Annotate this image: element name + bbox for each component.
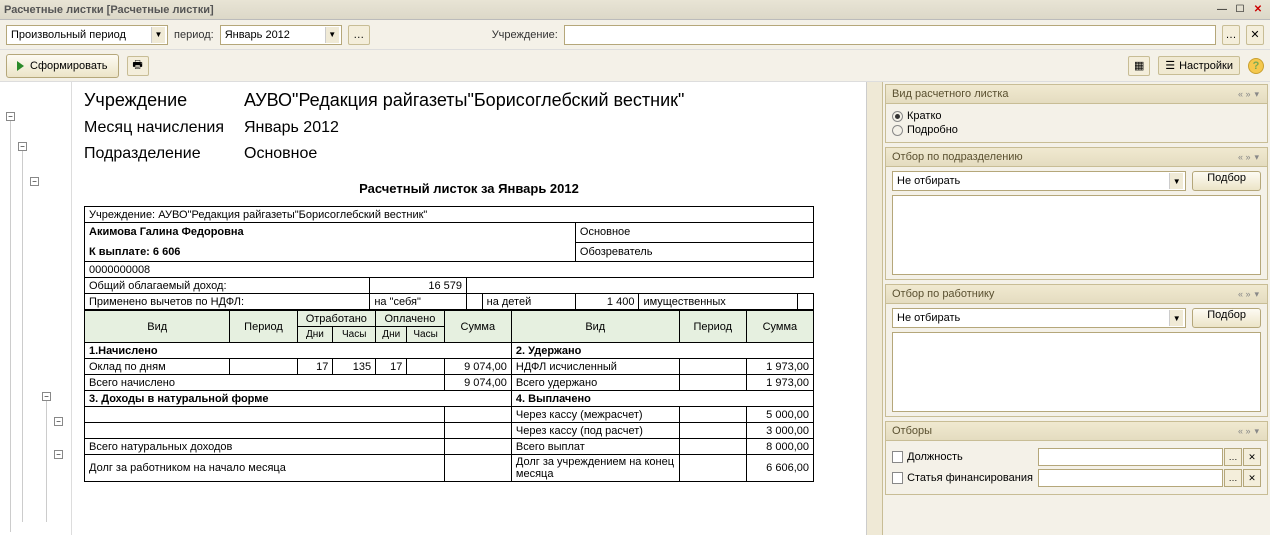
position-cell: Обозреватель [575,242,813,262]
chevron-down-icon[interactable]: ▼ [325,27,339,43]
section-emp-filter: Отбор по работнику« »▾ Не отбирать▼ Подб… [885,284,1268,417]
org-input[interactable] [564,25,1216,45]
filter-position-input[interactable] [1038,448,1223,466]
org-select-button[interactable]: … [1222,25,1240,45]
collapse-icon[interactable]: « » [1236,289,1253,299]
toolbar-period: Произвольный период ▼ период: Январь 201… [0,20,1270,50]
toolbar-actions: Сформировать 🖶 ▦ ☰ Настройки ? [0,50,1270,82]
play-icon [17,61,24,71]
dept-filter-combo[interactable]: Не отбирать▼ [892,171,1186,191]
tree-node[interactable]: − [54,417,63,426]
minimize-button[interactable]: — [1214,3,1230,17]
filter-finance-input[interactable] [1038,469,1223,487]
select-icon[interactable]: … [1224,448,1242,466]
hdr-org-label: Учреждение [84,90,244,111]
filter-finance-checkbox[interactable] [892,472,903,484]
collapse-icon[interactable]: « » [1236,89,1253,99]
document-area: Учреждение АУВО"Редакция райгазеты"Борис… [72,82,866,535]
pay-amount: К выплате: 6 606 [89,246,571,258]
person-name: Акимова Галина Федоровна [89,226,571,238]
period-type-combo[interactable]: Произвольный период ▼ [6,25,168,45]
print-button[interactable]: 🖶 [127,56,149,76]
period-label: период: [174,29,214,41]
maximize-button[interactable]: ☐ [1232,3,1248,17]
section-dept-filter: Отбор по подразделению« »▾ Не отбирать▼ … [885,147,1268,280]
emp-listbox[interactable] [892,332,1261,412]
org-clear-button[interactable]: ✕ [1246,25,1264,45]
chevron-down-icon[interactable]: ▼ [1169,310,1183,326]
chevron-down-icon[interactable]: ▼ [1169,173,1183,189]
generate-label: Сформировать [30,60,108,72]
grid-icon[interactable]: ▦ [1128,56,1150,76]
radio-icon [892,125,903,136]
hdr-month-value: Январь 2012 [244,119,339,137]
tree-node[interactable]: − [18,142,27,151]
tree-node[interactable]: − [54,450,63,459]
emp-pick-button[interactable]: Подбор [1192,308,1261,328]
settings-panel: Вид расчетного листка« »▾ Кратко Подробн… [882,82,1270,535]
info-table: Учреждение: АУВО"Редакция райгазеты"Бори… [84,206,814,310]
filter-position-checkbox[interactable] [892,451,903,463]
period-select-button[interactable]: … [348,25,370,45]
outline-gutter: − − − − − − [0,82,72,535]
dept-listbox[interactable] [892,195,1261,275]
generate-button[interactable]: Сформировать [6,54,119,78]
period-value: Январь 2012 [225,29,325,41]
dept-cell: Основное [575,223,813,243]
emp-filter-combo[interactable]: Не отбирать▼ [892,308,1186,328]
chevron-down-icon[interactable]: ▾ [1252,426,1261,437]
chevron-down-icon[interactable]: ▾ [1252,289,1261,300]
settings-button[interactable]: ☰ Настройки [1158,56,1240,75]
collapse-icon[interactable]: « » [1236,152,1253,162]
tabno: 0000000008 [85,262,814,278]
period-type-value: Произвольный период [11,29,151,41]
help-button[interactable]: ? [1248,58,1264,74]
period-value-combo[interactable]: Январь 2012 ▼ [220,25,342,45]
main-area: − − − − − − Учреждение АУВО"Редакция рай… [0,82,1270,535]
org-label: Учреждение: [492,29,558,41]
radio-detailed[interactable]: Подробно [892,124,1261,136]
hdr-dept-label: Подразделение [84,145,244,163]
chevron-down-icon[interactable]: ▾ [1252,152,1261,163]
settings-icon: ☰ [1165,59,1175,72]
title-bar: Расчетные листки [Расчетные листки] — ☐ … [0,0,1270,20]
tree-node[interactable]: − [6,112,15,121]
tree-node[interactable]: − [30,177,39,186]
select-icon[interactable]: … [1224,469,1242,487]
chevron-down-icon[interactable]: ▾ [1252,89,1261,100]
close-button[interactable]: ✕ [1250,3,1266,17]
section-view: Вид расчетного листка« »▾ Кратко Подробн… [885,84,1268,143]
hdr-dept-value: Основное [244,145,317,163]
settings-label: Настройки [1179,60,1233,72]
scrollbar-vertical[interactable] [866,82,882,535]
doc-title: Расчетный листок за Январь 2012 [84,181,854,196]
dept-pick-button[interactable]: Подбор [1192,171,1261,191]
chevron-down-icon[interactable]: ▼ [151,27,165,43]
clear-icon[interactable]: ✕ [1243,469,1261,487]
window-title: Расчетные листки [Расчетные листки] [4,4,1212,16]
radio-icon [892,111,903,122]
clear-icon[interactable]: ✕ [1243,448,1261,466]
payroll-table: Вид Период Отработано Оплачено Сумма Вид… [84,310,814,482]
tree-node[interactable]: − [42,392,51,401]
collapse-icon[interactable]: « » [1236,426,1253,436]
section-filters: Отборы« »▾ Должность …✕ Статья финансиро… [885,421,1268,495]
radio-brief[interactable]: Кратко [892,110,1261,122]
hdr-org-value: АУВО"Редакция райгазеты"Борисоглебский в… [244,90,684,111]
hdr-month-label: Месяц начисления [84,119,244,137]
